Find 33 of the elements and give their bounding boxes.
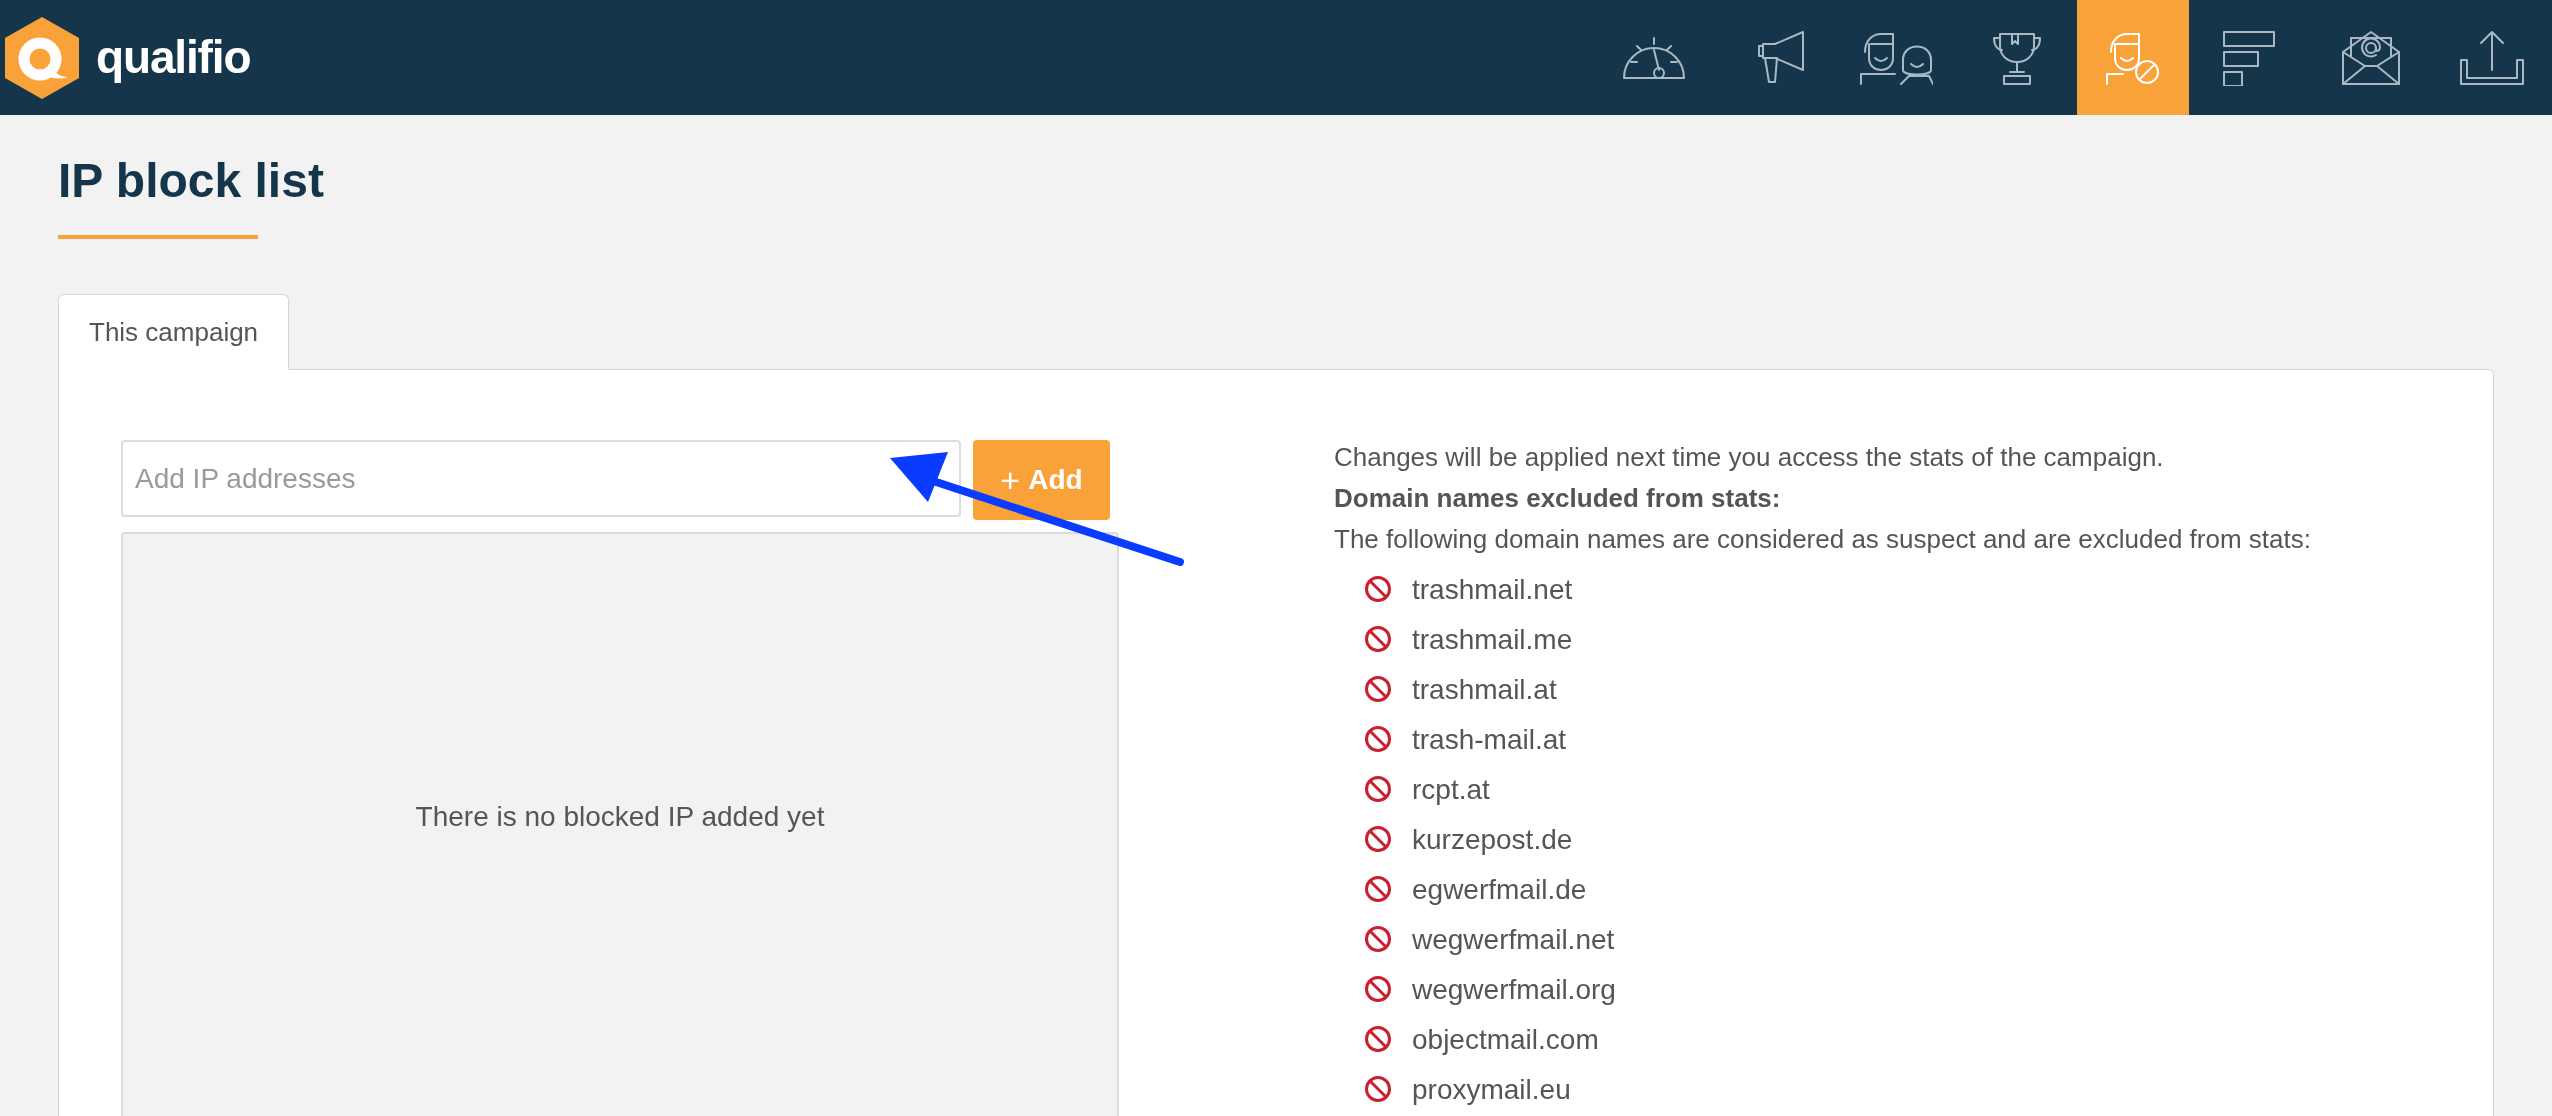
mail-icon bbox=[2340, 29, 2401, 86]
domain-name: kurzepost.de bbox=[1412, 822, 1573, 857]
logo-icon bbox=[2, 14, 82, 101]
domain-name: trashmail.at bbox=[1412, 672, 1557, 707]
campaign-tab[interactable]: This campaign bbox=[58, 294, 290, 370]
blocked-icon bbox=[1364, 775, 1392, 803]
excluded-heading: Domain names excluded from stats: bbox=[1334, 482, 1782, 515]
ip-input-field[interactable]: Add IP addresses bbox=[121, 440, 961, 517]
blocked-icon bbox=[1364, 675, 1392, 703]
blocked-icon bbox=[1364, 925, 1392, 953]
blocked-icon bbox=[1364, 725, 1392, 753]
page-title: IP block list bbox=[58, 157, 324, 205]
empty-message: There is no blocked IP added yet bbox=[415, 800, 825, 834]
logo-text: qualifio bbox=[96, 30, 251, 85]
domain-name: proxymail.eu bbox=[1412, 1072, 1571, 1107]
notice-text: Changes will be applied next time you access the stats of the campaign. bbox=[1334, 441, 2165, 474]
blocked-icon bbox=[1364, 575, 1392, 603]
blocked-icon bbox=[1364, 825, 1392, 853]
domain-name: trashmail.net bbox=[1412, 572, 1573, 607]
domain-name: trashmail.me bbox=[1412, 622, 1573, 657]
blocked-icon bbox=[1364, 1075, 1392, 1103]
blocked-icon bbox=[1364, 1025, 1392, 1053]
domain-name: trash-mail.at bbox=[1412, 722, 1567, 757]
domain-name: wegwerfmail.org bbox=[1412, 972, 1616, 1007]
domain-name: egwerfmail.de bbox=[1412, 872, 1587, 907]
blocked-icon bbox=[1364, 625, 1392, 653]
blocked-icon bbox=[1364, 875, 1392, 903]
blocked-icon bbox=[1364, 975, 1392, 1003]
domain-name: rcpt.at bbox=[1412, 772, 1490, 807]
description-text: The following domain names are considered as suspect and are excluded from stats: bbox=[1334, 523, 2311, 556]
domain-name: objectmail.com bbox=[1412, 1022, 1599, 1057]
domain-name: wegwerfmail.net bbox=[1412, 922, 1615, 957]
upload-icon bbox=[2458, 29, 2525, 86]
